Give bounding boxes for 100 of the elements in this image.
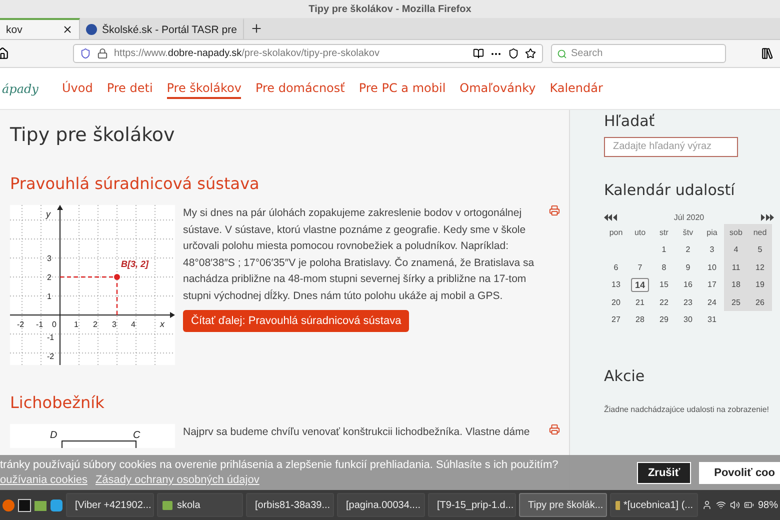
taskbar-item[interactable]: Tipy pre školák... <box>519 493 607 517</box>
axis-label: y <box>46 209 50 219</box>
calendar-day[interactable]: 1 <box>658 244 670 256</box>
library-icon[interactable] <box>761 47 774 60</box>
wifi-icon[interactable] <box>716 500 726 510</box>
allow-button[interactable]: Povoliť coo <box>699 462 780 484</box>
address-field[interactable]: https://www.dobre-napady.sk/pre-skolakov/tipy-pre-skolakov <box>73 44 543 63</box>
article-text: My si dnes na pár úlohách zopakujeme zakreslenie bodov v ortogonálnej sústave. V sústave, ktorú vlastne poznáme z geografie. Kedy sme v škole určovali polohu miesta pomocou rovnobežiek a poludníkov. Napríklad: 48°08′38″S ; 17°06′35″V je poloha Bratislavy. Čo znamená, že Bratislava sa nachádza približne na 48-mom stupni severnej šírky a približne na 17-tom stupni východnej dĺžky. Dnes nám túto polohu ukáže aj mobil a GPS. <box>183 206 536 304</box>
tick-label: 0 <box>52 320 56 329</box>
nav-link[interactable]: Pre deti <box>106 78 153 98</box>
print-icon[interactable] <box>549 205 560 216</box>
weekday-label: pon <box>608 226 624 239</box>
calendar-day[interactable]: 8 <box>658 262 670 273</box>
decline-button[interactable]: Zrušiť <box>636 462 692 484</box>
nav-link[interactable]: Úvod <box>62 78 93 98</box>
tick-label: 1 <box>74 320 78 329</box>
calendar-day[interactable]: 27 <box>608 314 624 326</box>
calendar-day[interactable]: 22 <box>656 296 672 308</box>
vertex-label: C <box>133 430 140 441</box>
point-label: B[3, 2] <box>121 259 149 269</box>
taskbar-item[interactable]: *[ucebnica1] (... <box>610 493 698 517</box>
next-icon[interactable] <box>760 214 774 220</box>
site-logo[interactable]: ápady <box>2 82 48 96</box>
article-text: Najprv sa budeme chvíľu venovať konštrukcii lichodbežníka. Vlastne dáme <box>183 425 531 440</box>
calendar-day[interactable]: 10 <box>704 262 720 273</box>
folder-icon[interactable] <box>34 498 47 512</box>
terminal-icon[interactable] <box>18 498 31 512</box>
user-icon[interactable] <box>702 500 712 510</box>
site-icon <box>86 24 97 35</box>
sidebar-heading: Akcie <box>604 366 646 384</box>
print-icon[interactable] <box>549 424 560 435</box>
volume-icon[interactable] <box>730 500 740 510</box>
calendar-day[interactable]: 30 <box>680 314 696 326</box>
events-empty-text: Žiadne nadchádzajúce udalosti na zobrazenie! <box>604 404 770 414</box>
calendar-day[interactable]: 31 <box>704 314 720 326</box>
sidebar-heading: Kalendár udalostí <box>604 180 736 198</box>
calendar-day[interactable]: 28 <box>632 314 648 326</box>
taskbar-item[interactable]: [orbis81-38a39... <box>246 493 334 517</box>
taskbar-item[interactable]: [Viber +421902... <box>66 493 154 517</box>
taskbar-item[interactable]: [T9-15_prip-1.d... <box>428 493 516 517</box>
weekday-label: uto <box>633 226 647 239</box>
article-title[interactable]: Lichobežník <box>10 393 559 412</box>
new-tab-icon[interactable] <box>250 22 263 35</box>
calendar-day[interactable]: 23 <box>680 296 696 308</box>
previous-icon[interactable] <box>604 214 618 220</box>
axis-label: x <box>160 319 164 329</box>
nav-link[interactable]: Pre PC a mobil <box>358 78 446 98</box>
calendar-day[interactable]: 2 <box>682 244 694 256</box>
weekday-label: štv <box>682 226 694 239</box>
taskbar-item[interactable]: skola <box>157 493 243 517</box>
tick-label: 2 <box>93 320 98 329</box>
sidebar-heading: Hľadať <box>604 112 656 130</box>
point-marker <box>114 274 120 280</box>
calendar-day[interactable]: 17 <box>704 279 720 290</box>
star-icon[interactable] <box>525 48 536 59</box>
calendar-day[interactable]: 14 <box>630 278 649 292</box>
taskbar-item[interactable]: [pagina.00034.... <box>337 493 425 517</box>
search-icon <box>557 48 567 58</box>
calendar-day[interactable]: 13 <box>608 279 624 290</box>
battery-level: 98% <box>758 500 778 510</box>
weekday-label: pia <box>706 226 718 239</box>
nav-link[interactable]: Pre domácnosť <box>255 78 345 98</box>
calendar-day[interactable]: 7 <box>634 262 646 273</box>
weekday-label: ned <box>748 224 772 241</box>
browser-tab[interactable]: kov <box>0 18 80 39</box>
calendar-day[interactable]: 16 <box>680 279 696 290</box>
chat-icon[interactable] <box>50 498 63 512</box>
reader-icon[interactable] <box>473 48 484 59</box>
calendar-day[interactable]: 29 <box>656 314 672 326</box>
tick-label: -1 <box>36 320 44 329</box>
calendar-day[interactable]: 21 <box>632 296 648 308</box>
tick-label: -1 <box>47 333 54 342</box>
weekday-label: sob <box>724 224 748 241</box>
tick-label: 3 <box>112 320 116 329</box>
calendar-day[interactable]: 24 <box>704 296 720 308</box>
guide-line <box>60 276 118 315</box>
app-icon <box>615 500 620 510</box>
calendar-day[interactable]: 20 <box>608 296 624 308</box>
nav-link[interactable]: Pre školákov <box>166 78 242 98</box>
calendar-day[interactable]: 3 <box>706 244 718 256</box>
calendar-day[interactable]: 9 <box>682 262 694 273</box>
close-icon[interactable] <box>62 24 73 35</box>
shield-icon[interactable] <box>80 48 91 59</box>
article-title[interactable]: Pravouhlá súradnicová sústava <box>10 174 559 193</box>
search-field[interactable]: Search <box>551 44 726 63</box>
calendar-day[interactable]: 15 <box>656 279 672 290</box>
window-title: Tipy pre školákov - Mozilla Firefox <box>308 4 472 14</box>
tick-label: 4 <box>131 320 136 329</box>
page-title: Tipy pre školákov <box>10 124 176 146</box>
tick-label: 2 <box>47 273 52 282</box>
nav-link[interactable]: Omaľovánky <box>460 78 536 98</box>
vertex-label: D <box>50 430 58 441</box>
nav-link[interactable]: Kalendár <box>550 78 603 98</box>
battery-icon[interactable] <box>744 500 754 510</box>
tick-label: -2 <box>47 352 54 361</box>
calendar-day[interactable]: 6 <box>610 262 622 273</box>
read-more-button[interactable]: Čítať ďalej: Pravouhlá súradnicová sústava <box>183 310 410 332</box>
search-field[interactable]: Zadajte hľadaný výraz <box>604 136 738 156</box>
lock-icon <box>97 48 108 59</box>
tick-label: 3 <box>47 254 52 263</box>
